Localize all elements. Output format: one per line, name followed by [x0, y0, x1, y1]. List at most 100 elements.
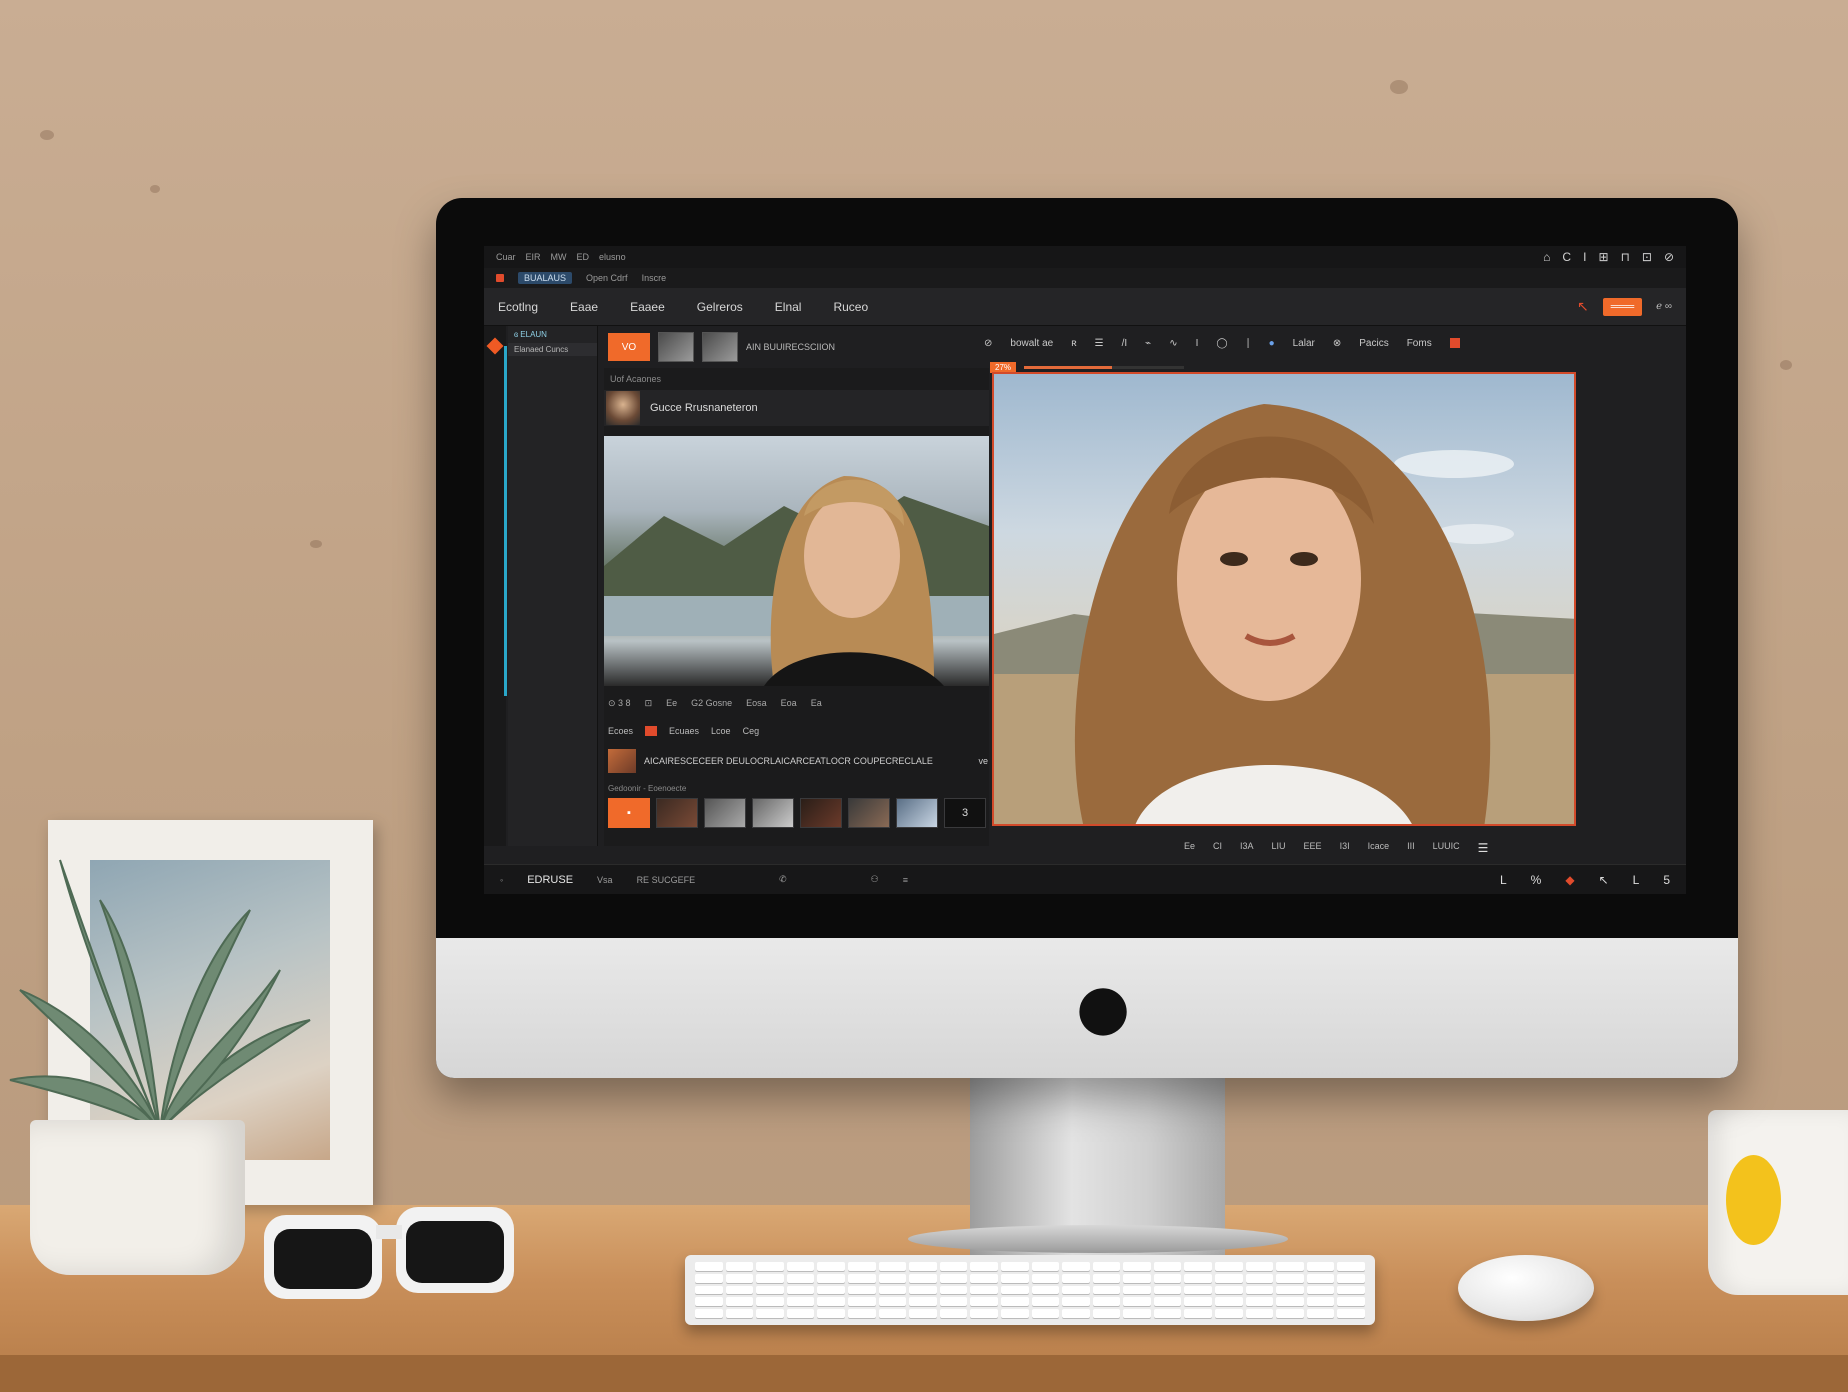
- control-2[interactable]: Ee: [666, 698, 677, 709]
- status-right-4[interactable]: L: [1633, 873, 1640, 887]
- keyboard-key: [725, 1309, 754, 1318]
- keyboard-key: [695, 1273, 723, 1283]
- alert-icon[interactable]: [1449, 338, 1460, 348]
- control-1[interactable]: ⊡: [645, 698, 653, 709]
- list-icon[interactable]: ☰: [1095, 338, 1104, 349]
- canvas-control-0[interactable]: Ee: [1184, 841, 1195, 855]
- text-tool-icon[interactable]: ʀ: [1071, 338, 1076, 349]
- control2-3[interactable]: Ceg: [743, 726, 760, 736]
- sub-label-0[interactable]: Open Cdrf: [586, 273, 628, 283]
- filmstrip-item[interactable]: ▪: [608, 798, 650, 828]
- canvas-control-7[interactable]: III: [1407, 841, 1415, 855]
- menu-item-5[interactable]: Ruceo: [833, 300, 868, 314]
- title-label-2[interactable]: MW: [551, 252, 567, 262]
- keyboard-key: [970, 1285, 998, 1295]
- menu-item-4[interactable]: Elnal: [775, 300, 802, 314]
- control-3[interactable]: G2 Gosne: [691, 698, 732, 709]
- status-right-1[interactable]: %: [1531, 873, 1542, 887]
- canvas-control-3[interactable]: LIU: [1272, 841, 1286, 855]
- equals-icon[interactable]: ≡: [903, 875, 908, 885]
- export-button[interactable]: ═══: [1602, 297, 1643, 316]
- target-icon[interactable]: ⊘: [984, 338, 992, 349]
- control-0[interactable]: ⊙ 3 8: [608, 698, 631, 709]
- canvas-control-4[interactable]: EEE: [1304, 841, 1322, 855]
- filmstrip-item[interactable]: 3: [944, 798, 986, 828]
- status-label-0[interactable]: Vsa: [597, 875, 613, 885]
- canvas-control-1[interactable]: CI: [1213, 841, 1222, 855]
- pointer-icon[interactable]: ↖: [1577, 298, 1589, 315]
- filmstrip-item[interactable]: [800, 798, 842, 828]
- project-chip[interactable]: BUALAUS: [518, 272, 573, 284]
- menu-right-text[interactable]: ℯ ∞: [1656, 301, 1672, 312]
- settings-icon[interactable]: ⊗: [1333, 338, 1341, 349]
- brush-icon[interactable]: /I: [1122, 338, 1128, 349]
- people-icon[interactable]: ⚇: [871, 874, 879, 885]
- tab-thumbnail[interactable]: [658, 332, 694, 362]
- sub-bar: BUALAUS Open Cdrf Inscre: [484, 268, 1686, 288]
- filmstrip-item[interactable]: [896, 798, 938, 828]
- window-icon[interactable]: ⊡: [1642, 250, 1652, 264]
- control-5[interactable]: Eoa: [781, 698, 797, 709]
- menu-item-3[interactable]: Gelreros: [697, 300, 743, 314]
- control-6[interactable]: Ea: [811, 698, 822, 709]
- keyboard-key: [939, 1285, 968, 1295]
- record-icon[interactable]: [496, 274, 504, 282]
- control2-2[interactable]: Lcoe: [711, 726, 731, 736]
- search-icon[interactable]: ◯: [1216, 338, 1227, 349]
- flag-icon[interactable]: [645, 726, 658, 736]
- globe-icon[interactable]: ●: [1269, 338, 1275, 349]
- control-4[interactable]: Eosa: [746, 698, 767, 709]
- keyboard: [685, 1255, 1375, 1325]
- title-label-3[interactable]: ED: [577, 252, 590, 262]
- refresh-icon[interactable]: C: [1562, 250, 1571, 264]
- status-label-1[interactable]: RE SUCGEFE: [637, 875, 696, 885]
- layer-item[interactable]: Elanaed Cuncs: [508, 343, 597, 356]
- canvas-control-2[interactable]: I3A: [1240, 841, 1254, 855]
- menu-icon[interactable]: ☰: [1478, 841, 1489, 855]
- status-right-3[interactable]: ↖: [1599, 873, 1609, 887]
- mode-label[interactable]: EDRUSE: [527, 874, 573, 886]
- menu-item-2[interactable]: Eaaee: [630, 300, 665, 314]
- filmstrip-item[interactable]: [704, 798, 746, 828]
- tab-thumbnail[interactable]: [702, 332, 738, 362]
- title-label-1[interactable]: EIR: [526, 252, 541, 262]
- menu-item-0[interactable]: Ecotlng: [498, 300, 538, 314]
- layer-tool-label[interactable]: Lalar: [1293, 338, 1315, 349]
- tool-label[interactable]: bowalt ae: [1010, 338, 1053, 349]
- status-right-0[interactable]: L: [1500, 873, 1507, 887]
- close-icon[interactable]: ⊘: [1664, 250, 1674, 264]
- tab-title[interactable]: AIN BUUIRECSCIION: [746, 342, 835, 352]
- source-image[interactable]: [604, 436, 989, 686]
- phone-icon[interactable]: ✆: [779, 874, 787, 885]
- title-label-4[interactable]: elusno: [599, 252, 626, 262]
- tab-active[interactable]: VO: [608, 333, 650, 361]
- filmstrip-item[interactable]: [752, 798, 794, 828]
- filter-icon[interactable]: ⌁: [1145, 338, 1151, 349]
- menu-item-1[interactable]: Eaae: [570, 300, 598, 314]
- control2-1[interactable]: Ecuaes: [669, 726, 699, 736]
- control2-0[interactable]: Ecoes: [608, 726, 633, 736]
- presets-label[interactable]: Pacics: [1359, 338, 1388, 349]
- main-canvas[interactable]: [992, 372, 1576, 826]
- info-icon[interactable]: I: [1583, 250, 1586, 264]
- panel-icon[interactable]: ⊓: [1621, 250, 1630, 264]
- rail-marker-icon[interactable]: [486, 337, 504, 355]
- filmstrip-item[interactable]: [848, 798, 890, 828]
- canvas-control-8[interactable]: LUUIC: [1433, 841, 1460, 855]
- filmstrip-item[interactable]: [656, 798, 698, 828]
- forms-label[interactable]: Foms: [1407, 338, 1432, 349]
- sub-label-1[interactable]: Inscre: [642, 273, 667, 283]
- avatar: [606, 391, 640, 425]
- keyboard-key: [878, 1273, 907, 1283]
- grid-icon[interactable]: ⊞: [1598, 250, 1608, 264]
- title-label-0[interactable]: Cuar: [496, 252, 516, 262]
- description-thumbnail[interactable]: [608, 749, 636, 773]
- canvas-control-6[interactable]: Icace: [1368, 841, 1390, 855]
- status-record-icon[interactable]: ◆: [1565, 873, 1574, 887]
- status-right-5[interactable]: 5: [1663, 873, 1670, 887]
- home-icon[interactable]: ⌂: [1543, 250, 1550, 264]
- canvas-control-5[interactable]: I3I: [1340, 841, 1350, 855]
- wave-icon[interactable]: ∿: [1169, 338, 1177, 349]
- rail-accent: [504, 346, 507, 696]
- source-row[interactable]: Gucce Rrusnaneteron: [604, 390, 989, 426]
